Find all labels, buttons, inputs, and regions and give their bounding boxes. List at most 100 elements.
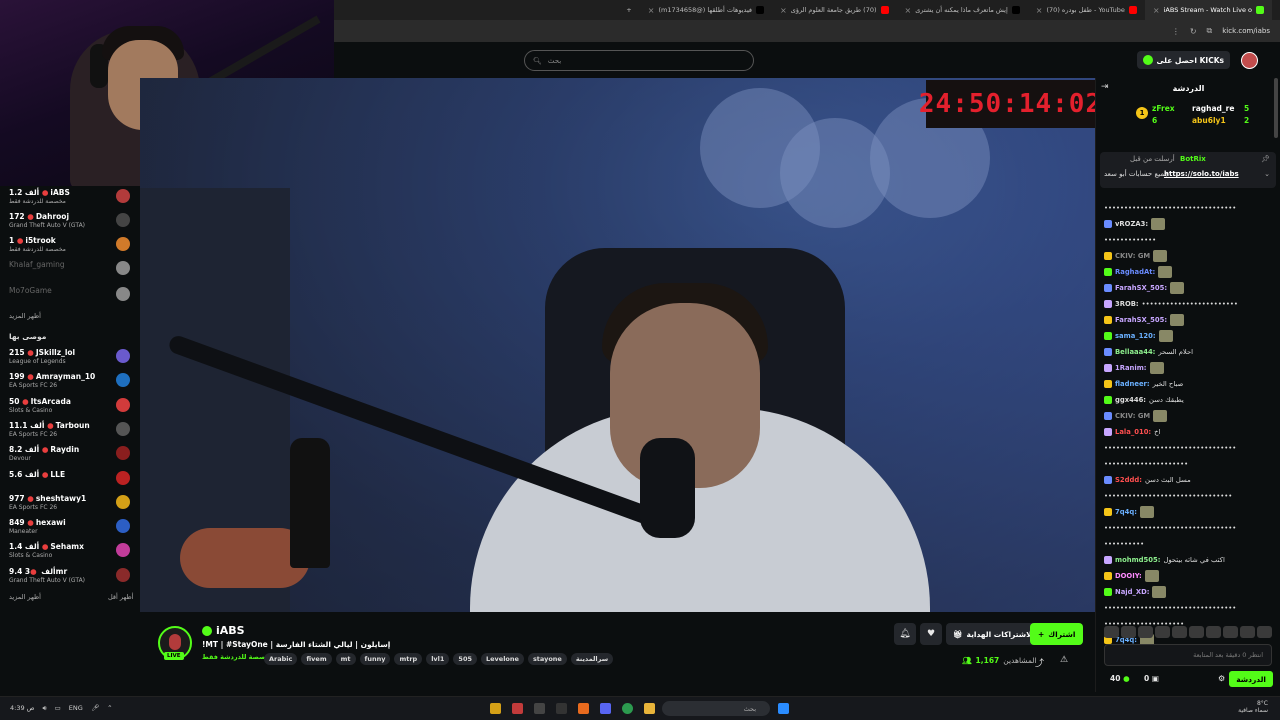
chat-username[interactable]: Bellaaa44: [1115, 348, 1155, 356]
browser-tab[interactable]: iABS Stream - Watch Live o × [1144, 0, 1272, 20]
gift-subs-button[interactable]: 🎁︎ الاشتراكات الهداية [946, 623, 1042, 645]
stream-tag[interactable]: mt [335, 653, 356, 665]
windows-start-icon[interactable] [778, 703, 789, 714]
app-icon[interactable] [512, 703, 523, 714]
sidebar-channel[interactable]: 199 ● Amrayman_10 EA Sports FC 26 [0, 370, 140, 394]
chat-username[interactable]: mohmd505: [1115, 556, 1160, 564]
emote-button[interactable] [1240, 626, 1255, 638]
chat-username[interactable]: fladneer: [1115, 380, 1150, 388]
sidebar-channel[interactable]: 977 ● sheshtawy1 EA Sports FC 26 [0, 492, 140, 516]
chat-username[interactable]: Najd_XD: [1115, 588, 1149, 596]
discord-icon[interactable] [600, 703, 611, 714]
close-tab-icon[interactable]: × [648, 6, 655, 15]
emote-button[interactable] [1172, 626, 1187, 638]
speaker-icon[interactable]: 🔊︎ [43, 704, 47, 713]
user-avatar[interactable] [1241, 52, 1258, 69]
video-player[interactable]: 24:50:14:02 [140, 78, 1095, 612]
app-icon[interactable] [490, 703, 501, 714]
browser-tab[interactable]: فيديوهات أطلقها (@m1734658) × [640, 0, 772, 20]
close-tab-icon[interactable]: × [1036, 6, 1043, 15]
emote-button[interactable] [1138, 626, 1153, 638]
share-icon[interactable]: ⤴ [1035, 656, 1044, 669]
folder-icon[interactable] [644, 703, 655, 714]
chevron-up-icon[interactable]: ⌃ [107, 704, 112, 713]
sidebar-channel[interactable]: Khalaf_gaming [0, 258, 140, 282]
app-icon[interactable] [578, 703, 589, 714]
notification-bell-button[interactable]: 🔔︎ [894, 623, 916, 645]
chat-username[interactable]: FarahSX_505: [1115, 316, 1167, 324]
clock[interactable]: 4:39 ص [10, 704, 35, 713]
stream-tag[interactable]: fivem [301, 653, 332, 665]
chat-username[interactable]: RaghadAt: [1115, 268, 1155, 276]
url-text[interactable]: kick.com/iabs [1222, 27, 1270, 35]
network-icon[interactable]: ▭ [55, 704, 61, 713]
chat-username[interactable]: vROZA3: [1115, 220, 1148, 228]
chat-username[interactable]: FarahSX_505: [1115, 284, 1167, 292]
chat-username[interactable]: CKIV: GM [1115, 252, 1150, 260]
stream-tag[interactable]: سرالمدينة [570, 653, 614, 665]
channel-name[interactable]: iABS [202, 624, 245, 637]
taskbar-search[interactable]: بحث [662, 701, 770, 716]
chat-username[interactable]: ggx446: [1115, 396, 1146, 404]
stream-tag[interactable]: mtrp [394, 653, 423, 665]
pinned-link[interactable]: https://solo.to/iabs [1164, 170, 1239, 178]
browser-tab[interactable]: (70) طريق جامعة العلوم الرؤى × [772, 0, 896, 20]
chat-username[interactable]: 7q4q: [1115, 508, 1137, 516]
sidebar-channel[interactable]: 50 ● ItsArcada Slots & Casino [0, 395, 140, 419]
extensions-icon[interactable]: ⧉ [1207, 26, 1213, 36]
language-indicator[interactable]: ENG [69, 704, 83, 713]
show-less-recommended[interactable]: أظهر أقل [108, 593, 133, 601]
chat-username[interactable]: DOOIY: [1115, 572, 1142, 580]
emote-button[interactable] [1223, 626, 1238, 638]
stream-tag[interactable]: funny [359, 653, 391, 665]
chat-username[interactable]: sama_120: [1115, 332, 1156, 340]
app-icon[interactable] [556, 703, 567, 714]
pinned-message[interactable]: BotRix أرسلت من قبل 📌︎ جميع حسابات أبو س… [1100, 152, 1276, 188]
emote-button[interactable] [1121, 626, 1136, 638]
emote-button[interactable] [1155, 626, 1170, 638]
stream-tag[interactable]: lvl1 [426, 653, 450, 665]
chevron-down-icon[interactable]: ⌄ [1264, 170, 1270, 178]
chat-username[interactable]: S2ddd: [1115, 476, 1142, 484]
emote-button[interactable] [1104, 626, 1119, 638]
chat-username[interactable]: 1Ranim: [1115, 364, 1147, 372]
emote-button[interactable] [1189, 626, 1204, 638]
sidebar-channel[interactable]: 172 ● Dahrooj Grand Theft Auto V (GTA) [0, 210, 140, 234]
close-tab-icon[interactable]: × [905, 6, 912, 15]
kicks-balance[interactable]: 0 ▣ [1144, 674, 1159, 683]
favorite-button[interactable]: ♥ [920, 623, 942, 645]
chrome-icon[interactable] [622, 703, 633, 714]
mic-icon[interactable]: 🎤︎ [91, 704, 99, 713]
sidebar-channel[interactable]: 215 ● JSkillz_lol League of Legends [0, 346, 140, 370]
sidebar-channel[interactable]: 8.2 ألف ● Raydin Devour [0, 443, 140, 467]
send-chat-button[interactable]: الدردشة [1229, 671, 1273, 687]
search-input[interactable]: 🔍︎ بحث [524, 50, 754, 71]
browser-tab[interactable]: YouTube - طفل بودره (70) × [1028, 0, 1145, 20]
collapse-chat-icon[interactable]: ⇥ [1101, 82, 1109, 92]
stream-tag[interactable]: 505 [453, 653, 477, 665]
chat-username[interactable]: 3ROB: [1115, 300, 1139, 308]
sidebar-channel[interactable]: 849 ● hexawi Maneater [0, 516, 140, 540]
chat-username[interactable]: Lala_010: [1115, 428, 1151, 436]
app-icon[interactable] [534, 703, 545, 714]
emote-button[interactable] [1206, 626, 1221, 638]
close-tab-icon[interactable]: × [780, 6, 787, 15]
weather-widget[interactable]: 8°C سماء صافية [1238, 700, 1268, 714]
get-kicks-button[interactable]: احصل على KICKs [1136, 51, 1230, 69]
close-tab-icon[interactable]: × [1153, 6, 1160, 15]
follow-button[interactable]: + اشتراك [1030, 623, 1084, 645]
settings-icon[interactable]: ⚙ [1218, 674, 1225, 683]
stream-tag[interactable]: Arabic [264, 653, 298, 665]
sidebar-channel[interactable]: 1.2 ألف ● iABS مخصصة للدردشة فقط [0, 186, 140, 210]
chat-username[interactable]: CKIV: GM [1115, 412, 1150, 420]
more-icon[interactable]: ⋮ [1172, 27, 1180, 36]
emote-button[interactable] [1257, 626, 1272, 638]
sidebar-channel[interactable]: Mo7oGame [0, 284, 140, 308]
stream-tag[interactable]: stayone [527, 653, 567, 665]
sidebar-channel[interactable]: 9.4 ألف ●3mr Grand Theft Auto V (GTA) [0, 565, 140, 589]
browser-tab[interactable]: إيش ماتعرف ماذا يمكنه أن يشترى × [897, 0, 1028, 20]
sidebar-channel[interactable]: 5.6 ألف ● LLE [0, 468, 140, 492]
page-scrollbar[interactable] [1274, 78, 1278, 138]
sidebar-channel[interactable]: 1.4 ألف ● Sehamx Slots & Casino [0, 540, 140, 564]
show-more-following[interactable]: أظهر المزيد [9, 312, 41, 320]
